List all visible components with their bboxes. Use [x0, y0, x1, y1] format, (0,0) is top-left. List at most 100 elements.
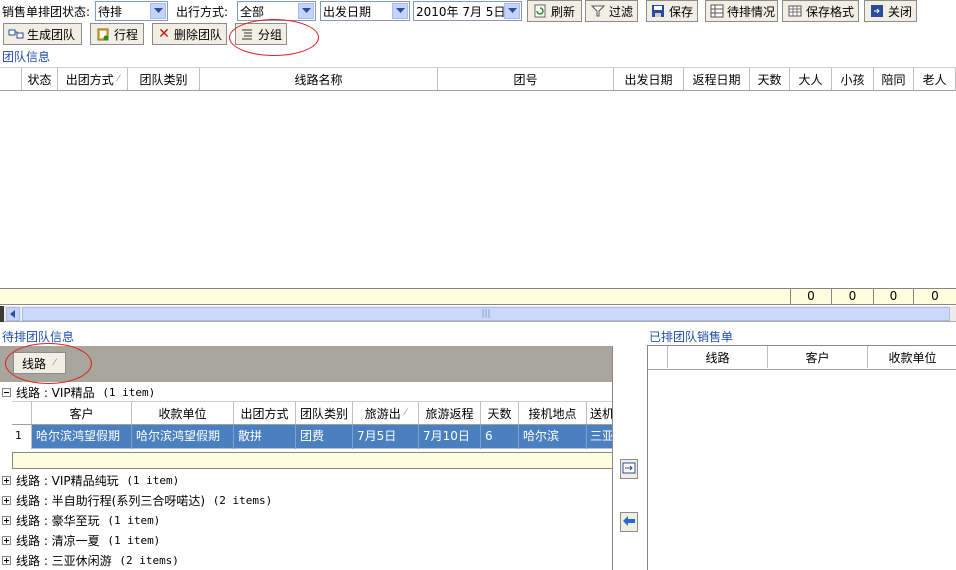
- col-team-type[interactable]: 团队类别: [296, 402, 353, 424]
- travel-mode-value: 全部: [240, 4, 265, 19]
- group-count: (1 item): [107, 533, 161, 547]
- close-button[interactable]: 关闭: [864, 0, 917, 22]
- pending-detail-totals: [12, 452, 613, 469]
- cell-days[interactable]: 6: [481, 425, 519, 449]
- total-adults: 0: [790, 289, 832, 304]
- chevron-down-icon[interactable]: [504, 3, 520, 19]
- itinerary-button[interactable]: 行程: [90, 23, 144, 45]
- col-payee[interactable]: 收款单位: [132, 402, 234, 424]
- col-return-date[interactable]: 返程日期: [684, 68, 750, 90]
- total-escort: 0: [874, 289, 914, 304]
- save-format-button[interactable]: 保存格式: [782, 0, 859, 22]
- cell-team-type[interactable]: 团费: [296, 425, 353, 449]
- group-row-sanya[interactable]: 线路 : 三亚休闲游 (2 items): [0, 550, 179, 570]
- team-info-body[interactable]: [0, 91, 956, 288]
- col-route[interactable]: 线路: [668, 346, 768, 368]
- cell-dropoff[interactable]: 三亚: [587, 425, 613, 449]
- group-label: 线路 : 三亚休闲游: [16, 553, 112, 568]
- collapse-icon[interactable]: [2, 387, 11, 397]
- col-status[interactable]: 状态: [22, 68, 58, 90]
- sort-icon: ⁄: [404, 408, 407, 418]
- group-row-summer[interactable]: 线路 : 清凉一夏 (1 item): [0, 530, 160, 550]
- assign-button[interactable]: [620, 459, 638, 479]
- refresh-icon: [532, 3, 548, 19]
- group-count: (1 item): [107, 513, 161, 527]
- cell-trip-start[interactable]: 7月5日: [353, 425, 419, 449]
- group-row-vip-pure[interactable]: 线路 : VIP精品纯玩 (1 item): [0, 470, 179, 490]
- scroll-thumb[interactable]: |||: [22, 307, 950, 321]
- save-button[interactable]: 保存: [646, 0, 698, 22]
- delete-team-button[interactable]: ✕ 删除团队: [152, 23, 227, 45]
- date-picker[interactable]: 2010年 7月 5日: [413, 1, 522, 21]
- group-row-vip[interactable]: 线路 : VIP精品 (1 item): [0, 382, 155, 402]
- col-trip-return[interactable]: 旅游返程: [419, 402, 481, 424]
- col-customer[interactable]: 客户: [32, 402, 132, 424]
- chevron-down-icon[interactable]: [298, 3, 314, 19]
- chevron-down-icon[interactable]: [150, 3, 166, 19]
- annotation-circle: [5, 343, 92, 384]
- status-select[interactable]: 待排: [95, 1, 168, 21]
- col-days[interactable]: 天数: [750, 68, 790, 90]
- expand-icon[interactable]: [2, 495, 11, 505]
- cell-customer[interactable]: 哈尔滨鸿望假期: [32, 425, 132, 449]
- group-label: 线路 : 清凉一夏: [16, 533, 100, 548]
- scheduled-grid[interactable]: 线路 客户 收款单位: [647, 345, 956, 570]
- total-seniors: 0: [931, 289, 939, 303]
- filter-button[interactable]: 过滤: [585, 0, 638, 22]
- expand-icon[interactable]: [2, 475, 11, 485]
- row-number: 1: [12, 425, 32, 449]
- refresh-button[interactable]: 刷新: [527, 0, 582, 22]
- col-adults[interactable]: 大人: [790, 68, 832, 90]
- date-value: 2010年 7月 5日: [416, 4, 504, 19]
- cell-trip-return[interactable]: 7月10日: [419, 425, 481, 449]
- travel-mode-label: 出行方式:: [176, 5, 229, 19]
- itinerary-label: 行程: [114, 27, 139, 42]
- group-count: (2 items): [212, 493, 273, 507]
- chevron-down-icon[interactable]: [392, 3, 408, 19]
- team-hscrollbar[interactable]: |||: [0, 306, 956, 322]
- col-trip-start-label: 旅游出: [364, 406, 401, 421]
- cell-pickup[interactable]: 哈尔滨: [519, 425, 587, 449]
- group-row-semi-self[interactable]: 线路 : 半自助行程(系列三合呀喏达) (2 items): [0, 490, 272, 510]
- col-escort[interactable]: 陪同: [874, 68, 914, 90]
- table-row[interactable]: 1 哈尔滨鸿望假期 哈尔滨鸿望假期 散拼 团费 7月5日 7月10日 6 哈尔滨…: [12, 425, 613, 449]
- header-indicator: [0, 68, 22, 90]
- scroll-left-icon[interactable]: [6, 307, 20, 321]
- pending-status-button[interactable]: 待排情况: [705, 0, 778, 22]
- col-depart-date[interactable]: 出发日期: [614, 68, 684, 90]
- col-dropoff[interactable]: 送机: [587, 402, 613, 424]
- col-travel-mode[interactable]: 出团方式 ⁄: [58, 68, 128, 90]
- cell-travel-mode[interactable]: 散拼: [234, 425, 296, 449]
- generate-team-button[interactable]: 生成团队: [3, 23, 82, 45]
- col-trip-start[interactable]: 旅游出 ⁄: [353, 402, 419, 424]
- col-travel-mode[interactable]: 出团方式: [234, 402, 296, 424]
- col-children[interactable]: 小孩: [832, 68, 874, 90]
- col-route-name[interactable]: 线路名称: [200, 68, 438, 90]
- date-type-select[interactable]: 出发日期: [320, 1, 410, 21]
- total-children: 0: [832, 289, 874, 304]
- col-pickup[interactable]: 接机地点: [519, 402, 587, 424]
- col-days[interactable]: 天数: [481, 402, 519, 424]
- unassign-button[interactable]: [620, 512, 638, 532]
- travel-mode-select[interactable]: 全部: [237, 1, 316, 21]
- col-payee[interactable]: 收款单位: [868, 346, 956, 368]
- generate-team-label: 生成团队: [27, 27, 76, 42]
- team-info-title: 团队信息: [2, 50, 51, 64]
- filter-label: 过滤: [608, 4, 633, 19]
- table-icon: [710, 3, 724, 19]
- group-label: 线路 : VIP精品: [16, 385, 95, 400]
- col-team-number[interactable]: 团号: [438, 68, 614, 90]
- scroll-edge: [0, 306, 4, 322]
- col-travel-mode-label: 出团方式: [65, 72, 114, 87]
- filter-icon: [590, 3, 606, 19]
- refresh-label: 刷新: [551, 4, 576, 19]
- expand-icon[interactable]: [2, 515, 11, 525]
- group-count: (2 items): [119, 553, 179, 567]
- expand-icon[interactable]: [2, 555, 11, 565]
- group-row-luxury[interactable]: 线路 : 豪华至玩 (1 item): [0, 510, 160, 530]
- col-team-type[interactable]: 团队类别: [128, 68, 200, 90]
- col-seniors[interactable]: 老人: [914, 68, 956, 90]
- col-customer[interactable]: 客户: [768, 346, 868, 368]
- expand-icon[interactable]: [2, 535, 11, 545]
- cell-payee[interactable]: 哈尔滨鸿望假期: [132, 425, 234, 449]
